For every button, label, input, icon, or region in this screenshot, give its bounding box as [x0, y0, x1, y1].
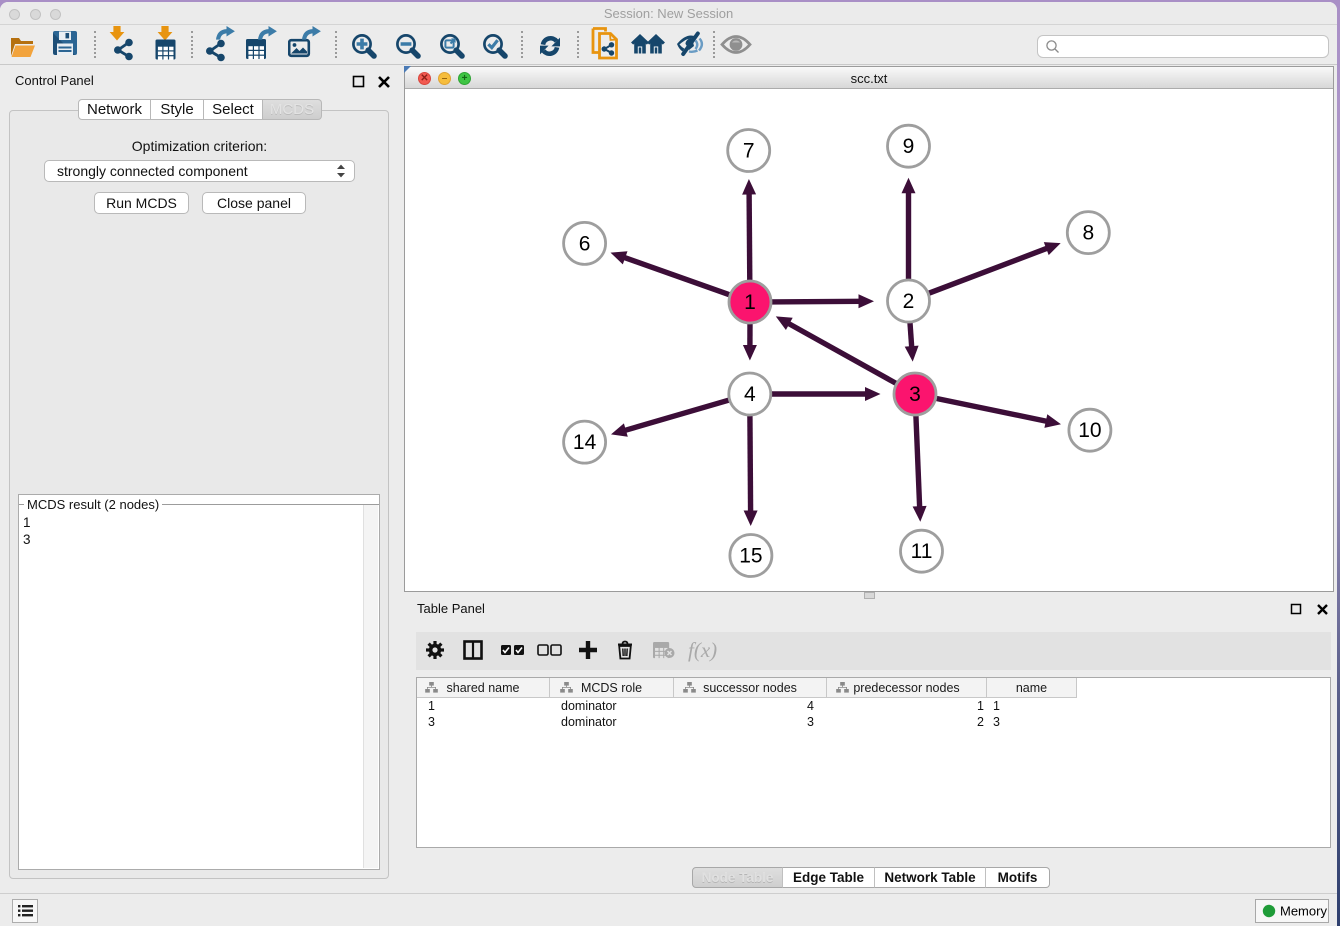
- svg-text:6: 6: [579, 232, 591, 255]
- svg-text:Memory: Memory: [1280, 904, 1327, 919]
- svg-text:10: 10: [1078, 419, 1101, 442]
- svg-text:15: 15: [739, 545, 762, 568]
- svg-text:9: 9: [903, 135, 915, 158]
- svg-text:14: 14: [573, 431, 597, 454]
- svg-text:11: 11: [911, 540, 933, 563]
- svg-text:1: 1: [744, 291, 756, 314]
- svg-text:7: 7: [743, 140, 755, 163]
- svg-text:4: 4: [744, 383, 756, 406]
- svg-text:3: 3: [909, 383, 921, 406]
- svg-text:8: 8: [1082, 222, 1094, 245]
- svg-text:2: 2: [903, 290, 915, 313]
